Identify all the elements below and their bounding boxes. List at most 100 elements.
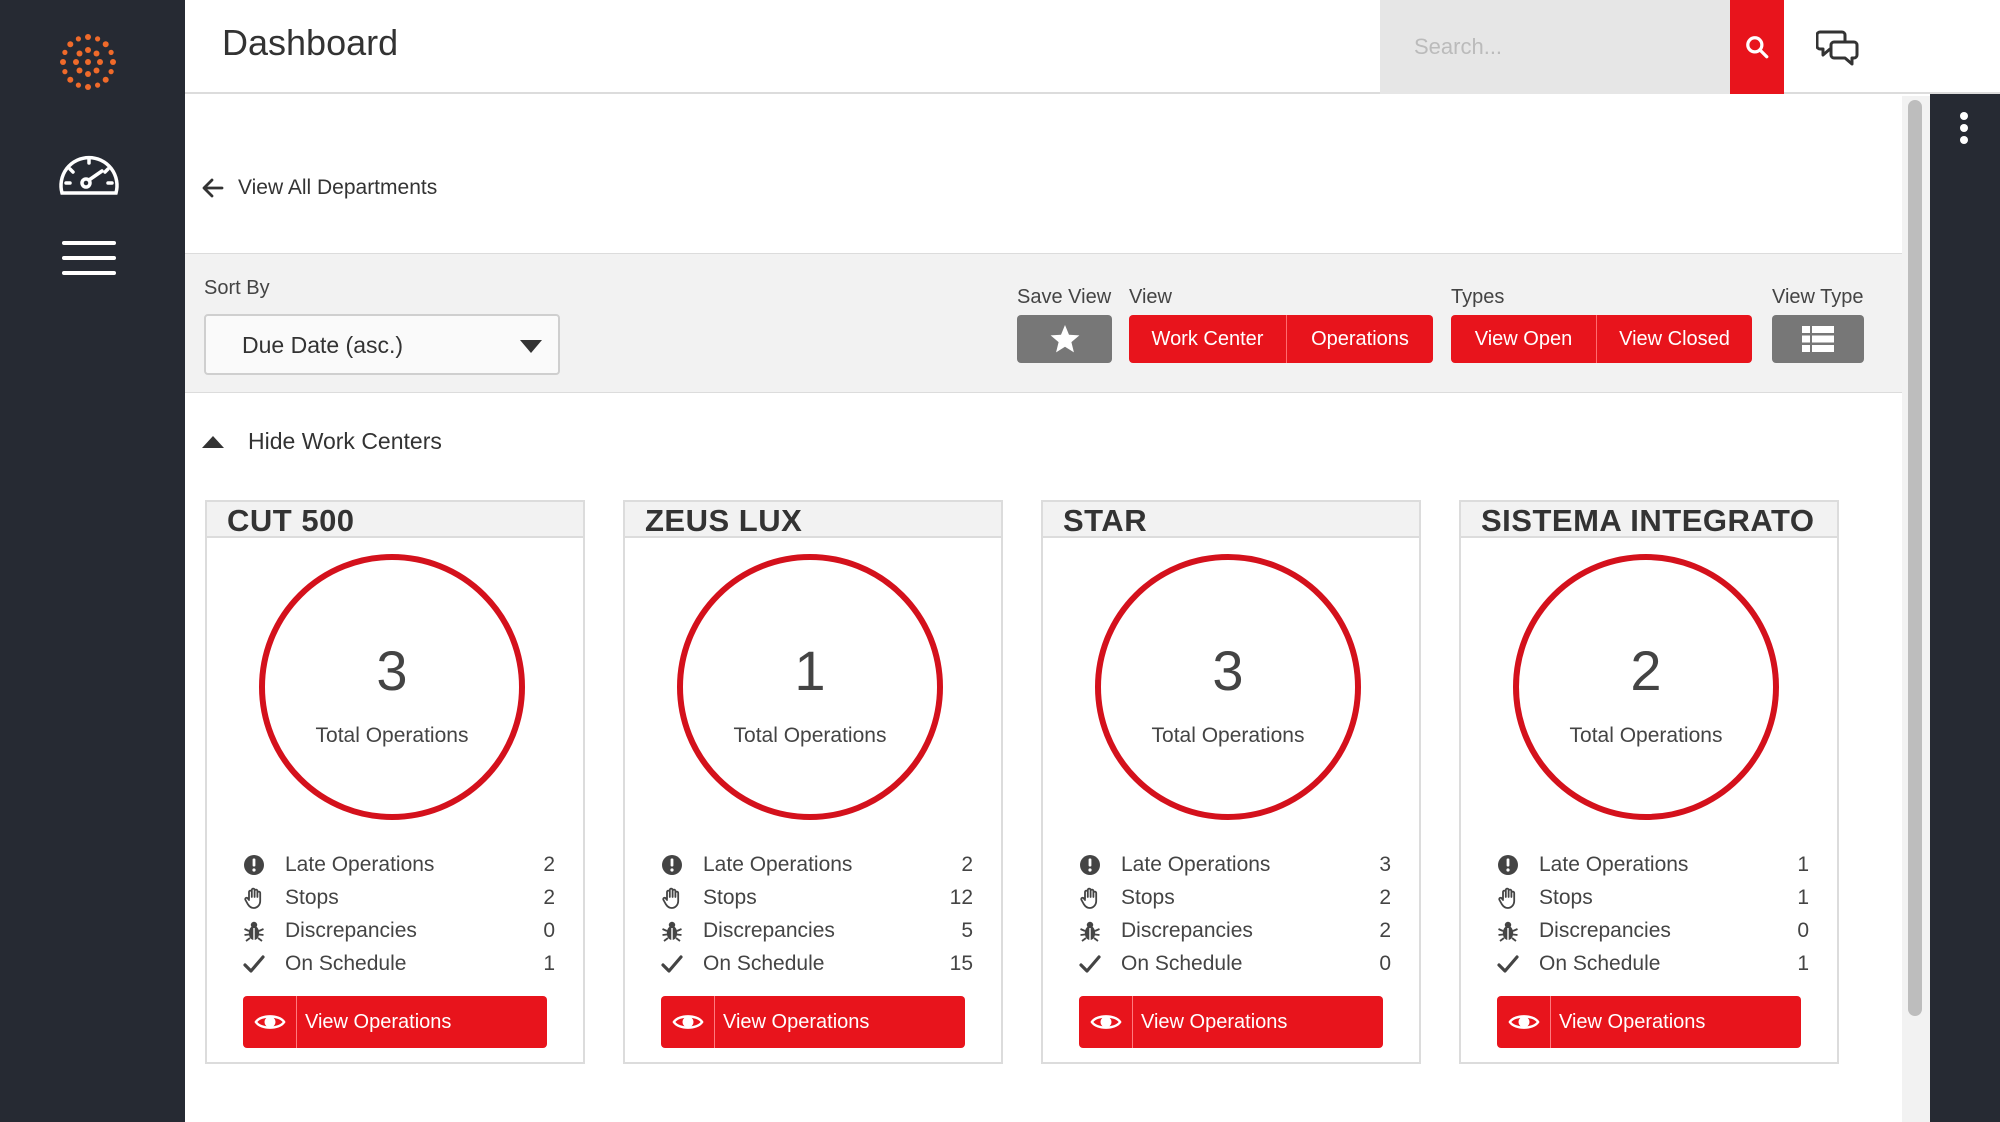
view-label: View xyxy=(1129,286,1172,308)
arrow-left-icon xyxy=(202,178,224,198)
stat-label: On Schedule xyxy=(1539,951,1661,975)
work-center-name: ZEUS LUX xyxy=(645,503,803,538)
sort-by-label: Sort By xyxy=(204,277,270,299)
bug-icon xyxy=(1080,921,1100,942)
total-operations-count: 2 xyxy=(1630,639,1662,702)
stat-stops: Stops 1 xyxy=(1497,881,1809,914)
total-operations-label: Total Operations xyxy=(1569,724,1723,747)
speedometer-icon[interactable] xyxy=(56,149,122,199)
stat-stops: Stops 2 xyxy=(243,881,555,914)
stat-on-schedule: On Schedule 1 xyxy=(243,947,555,980)
view-all-departments-link[interactable]: View All Departments xyxy=(202,176,437,200)
stat-value: 2 xyxy=(543,852,555,876)
hand-stop-icon xyxy=(1080,887,1098,909)
sort-by-value: Due Date (asc.) xyxy=(242,332,404,358)
stat-label: Late Operations xyxy=(285,852,435,876)
stat-value: 2 xyxy=(1379,918,1391,942)
page-title: Dashboard xyxy=(222,22,399,63)
search-input[interactable] xyxy=(1380,0,1730,94)
caret-up-icon xyxy=(202,435,224,448)
bug-icon xyxy=(1498,921,1518,942)
stats-list: Late Operations 1 Stops 1 Discrepancies … xyxy=(1497,848,1809,980)
hamburger-icon[interactable] xyxy=(62,241,116,275)
stat-on-schedule: On Schedule 0 xyxy=(1079,947,1391,980)
hand-stop-icon xyxy=(244,887,262,909)
stat-on-schedule: On Schedule 15 xyxy=(661,947,973,980)
hand-stop-icon xyxy=(1498,887,1516,909)
chat-bubbles-icon[interactable] xyxy=(1815,26,1860,66)
total-operations-ring: 1 Total Operations xyxy=(677,554,943,820)
view-open-button[interactable]: View Open xyxy=(1451,315,1596,363)
exclamation-circle-icon xyxy=(244,854,264,875)
checkmark-icon xyxy=(661,954,683,973)
eye-icon xyxy=(661,996,715,1048)
stat-on-schedule: On Schedule 1 xyxy=(1497,947,1809,980)
stat-value: 5 xyxy=(961,918,973,942)
stat-late-operations: Late Operations 3 xyxy=(1079,848,1391,881)
view-operations-button[interactable]: View Operations xyxy=(661,996,965,1048)
save-view-label: Save View xyxy=(1017,286,1112,308)
operations-button[interactable]: Operations xyxy=(1286,315,1433,363)
save-view-button[interactable] xyxy=(1017,315,1112,363)
stat-value: 12 xyxy=(949,885,973,909)
stat-value: 0 xyxy=(1797,918,1809,942)
stat-value: 0 xyxy=(543,918,555,942)
view-operations-button[interactable]: View Operations xyxy=(243,996,547,1048)
stat-value: 1 xyxy=(1797,852,1809,876)
stat-label: Discrepancies xyxy=(1121,918,1253,942)
total-operations-label: Total Operations xyxy=(315,724,469,747)
stat-label: On Schedule xyxy=(1121,951,1243,975)
checkmark-icon xyxy=(1079,954,1101,973)
work-center-name: CUT 500 xyxy=(227,503,355,538)
stat-value: 1 xyxy=(543,951,555,975)
stat-label: Late Operations xyxy=(703,852,853,876)
view-operations-button[interactable]: View Operations xyxy=(1079,996,1383,1048)
total-operations-ring: 3 Total Operations xyxy=(1095,554,1361,820)
view-operations-label: View Operations xyxy=(1559,1010,1706,1033)
stats-list: Late Operations 2 Stops 2 Discrepancies … xyxy=(243,848,555,980)
view-closed-button[interactable]: View Closed xyxy=(1596,315,1752,363)
stat-label: Discrepancies xyxy=(703,918,835,942)
checkmark-icon xyxy=(1497,954,1519,973)
search-button[interactable] xyxy=(1730,0,1784,94)
sort-by-select[interactable]: Due Date (asc.) xyxy=(204,314,560,375)
view-operations-button[interactable]: View Operations xyxy=(1497,996,1801,1048)
stat-value: 2 xyxy=(961,852,973,876)
stat-value: 2 xyxy=(543,885,555,909)
bug-icon xyxy=(662,921,682,942)
total-operations-label: Total Operations xyxy=(733,724,887,747)
stat-stops: Stops 2 xyxy=(1079,881,1391,914)
total-operations-ring: 2 Total Operations xyxy=(1513,554,1779,820)
work-center-button[interactable]: Work Center xyxy=(1129,315,1286,363)
stats-list: Late Operations 2 Stops 12 Discrepancies… xyxy=(661,848,973,980)
stat-discrepancies: Discrepancies 5 xyxy=(661,914,973,947)
hand-stop-icon xyxy=(662,887,680,909)
stat-stops: Stops 12 xyxy=(661,881,973,914)
types-label: Types xyxy=(1451,286,1505,308)
stat-late-operations: Late Operations 2 xyxy=(661,848,973,881)
scrollbar-thumb[interactable] xyxy=(1908,100,1922,1016)
total-operations-ring: 3 Total Operations xyxy=(259,554,525,820)
search-icon xyxy=(1746,36,1769,59)
stat-label: Late Operations xyxy=(1121,852,1271,876)
total-operations-count: 1 xyxy=(794,639,826,702)
stat-value: 3 xyxy=(1379,852,1391,876)
stat-discrepancies: Discrepancies 0 xyxy=(243,914,555,947)
star-icon xyxy=(1050,325,1079,353)
view-type-label: View Type xyxy=(1772,286,1864,308)
exclamation-circle-icon xyxy=(662,854,682,875)
sunburst-logo-icon[interactable] xyxy=(57,31,119,93)
stat-label: On Schedule xyxy=(285,951,407,975)
view-type-button[interactable] xyxy=(1772,315,1864,363)
caret-down-icon xyxy=(520,340,542,353)
stat-label: Stops xyxy=(703,885,757,909)
list-view-icon xyxy=(1802,326,1834,352)
stat-label: Discrepancies xyxy=(1539,918,1671,942)
stat-value: 2 xyxy=(1379,885,1391,909)
stat-value: 0 xyxy=(1379,951,1391,975)
stat-discrepancies: Discrepancies 2 xyxy=(1079,914,1391,947)
stat-value: 1 xyxy=(1797,951,1809,975)
kebab-icon[interactable] xyxy=(1960,112,1970,146)
hide-work-centers-toggle[interactable]: Hide Work Centers xyxy=(202,428,442,455)
view-operations-label: View Operations xyxy=(1141,1010,1288,1033)
